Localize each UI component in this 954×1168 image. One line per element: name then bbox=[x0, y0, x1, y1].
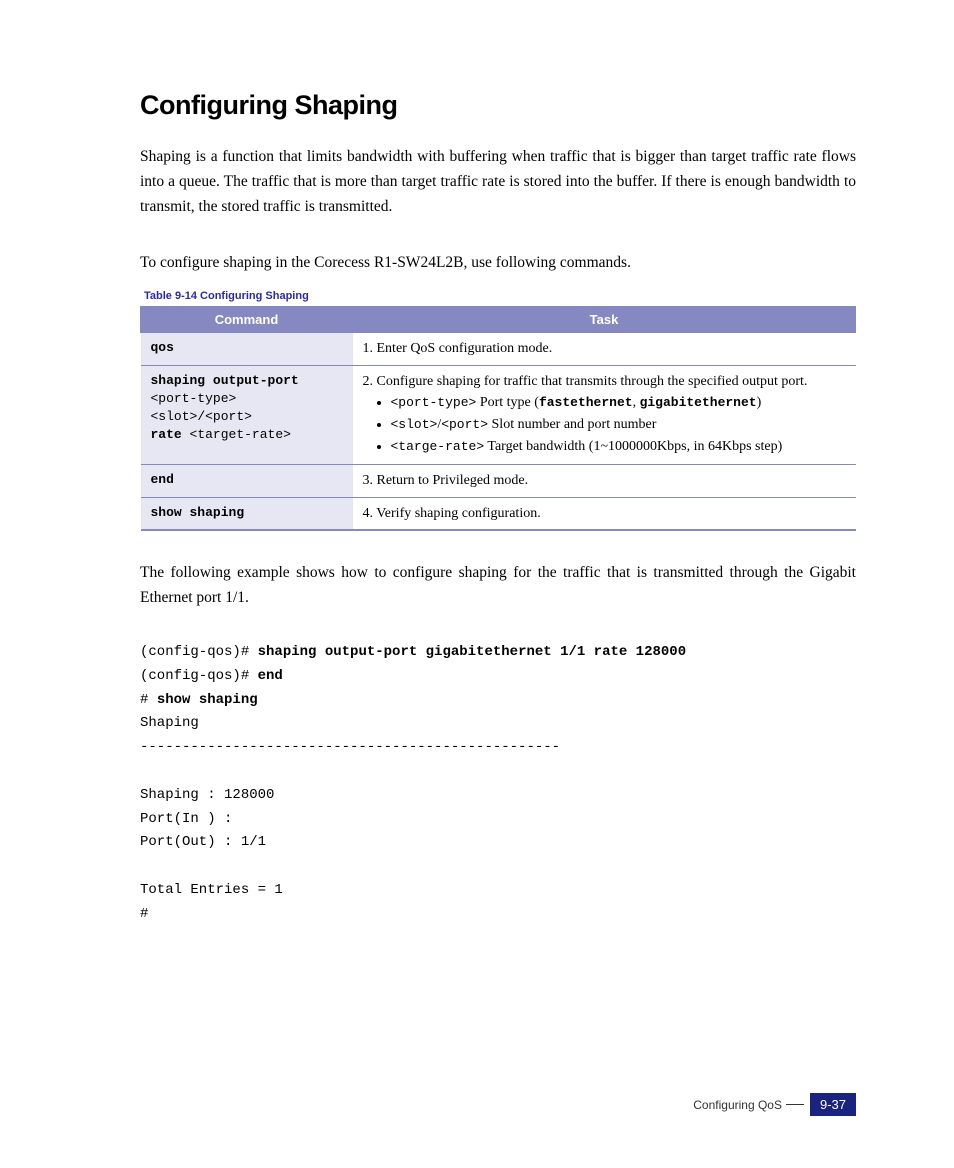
table-row: end 3. Return to Privileged mode. bbox=[141, 465, 856, 498]
page-footer: Configuring QoS 9-37 bbox=[693, 1093, 856, 1116]
footer-section: Configuring QoS bbox=[693, 1098, 782, 1112]
table-row: qos 1. Enter QoS configuration mode. bbox=[141, 333, 856, 366]
header-command: Command bbox=[141, 307, 353, 333]
cmd-end: end bbox=[151, 472, 174, 487]
task-4: 4. Verify shaping configuration. bbox=[353, 497, 856, 530]
instruction-paragraph: To configure shaping in the Corecess R1-… bbox=[140, 251, 856, 276]
page-number: 9-37 bbox=[810, 1093, 856, 1116]
cmd-qos: qos bbox=[151, 340, 174, 355]
task-2: 2. Configure shaping for traffic that tr… bbox=[353, 365, 856, 464]
example-intro: The following example shows how to confi… bbox=[140, 561, 856, 611]
header-task: Task bbox=[353, 307, 856, 333]
cmd-show-shaping: show shaping bbox=[151, 505, 245, 520]
bullet-slot-port: <slot>/<port> Slot number and port numbe… bbox=[391, 415, 846, 435]
table-header-row: Command Task bbox=[141, 307, 856, 333]
page: Configuring Shaping Shaping is a functio… bbox=[0, 0, 954, 1168]
page-title: Configuring Shaping bbox=[140, 90, 856, 121]
cmd-shaping: shaping output-port <port-type> <slot>/<… bbox=[141, 365, 353, 464]
task-3: 3. Return to Privileged mode. bbox=[353, 465, 856, 498]
cli-example: (config-qos)# shaping output-port gigabi… bbox=[140, 641, 856, 927]
table-row: shaping output-port <port-type> <slot>/<… bbox=[141, 365, 856, 464]
intro-paragraph: Shaping is a function that limits bandwi… bbox=[140, 145, 856, 219]
command-table: Command Task qos 1. Enter QoS configurat… bbox=[140, 306, 856, 531]
bullet-port-type: <port-type> Port type (fastethernet, gig… bbox=[391, 393, 846, 413]
task-1: 1. Enter QoS configuration mode. bbox=[353, 333, 856, 366]
table-row: show shaping 4. Verify shaping configura… bbox=[141, 497, 856, 530]
footer-divider bbox=[786, 1104, 804, 1105]
bullet-target-rate: <targe-rate> Target bandwidth (1~1000000… bbox=[391, 437, 846, 457]
table-caption: Table 9-14 Configuring Shaping bbox=[144, 290, 856, 302]
